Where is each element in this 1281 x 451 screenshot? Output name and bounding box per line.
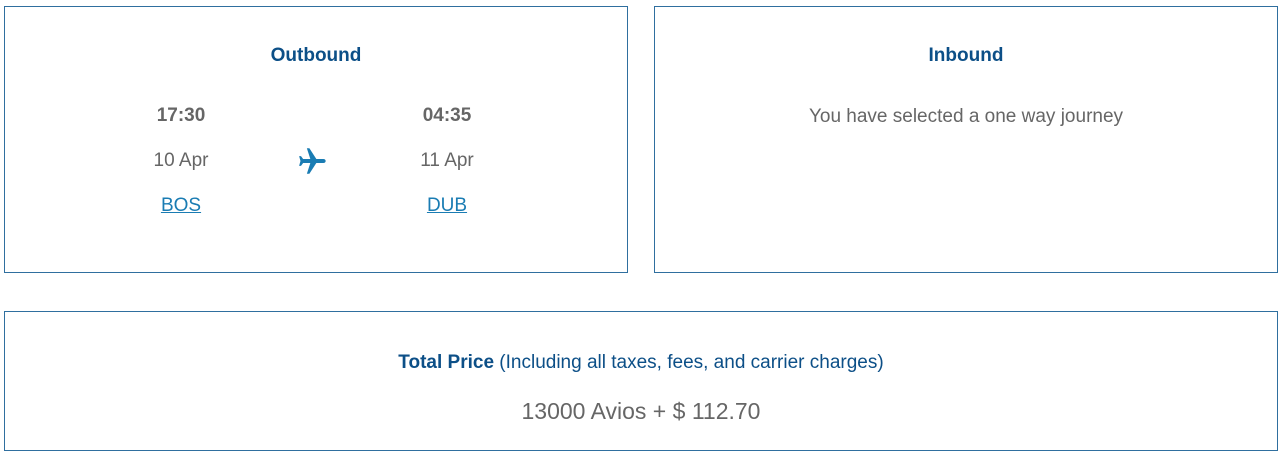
- total-price-amount: 13000 Avios + $ 112.70: [521, 398, 761, 424]
- inbound-title: Inbound: [928, 45, 1004, 66]
- arrival-column: 04:35 11 Apr DUB: [377, 105, 517, 217]
- outbound-title: Outbound: [270, 45, 362, 66]
- outbound-panel: Outbound 17:30 10 Apr BOS 04:35 11 Apr D…: [4, 6, 628, 273]
- departure-date: 10 Apr: [153, 150, 209, 171]
- total-price-note: (Including all taxes, fees, and carrier …: [499, 352, 884, 373]
- inbound-panel: Inbound You have selected a one way jour…: [654, 6, 1278, 273]
- departure-airport-link[interactable]: BOS: [161, 195, 201, 217]
- total-price-heading: Total Price (Including all taxes, fees, …: [5, 352, 1277, 374]
- arrival-time: 04:35: [422, 105, 472, 126]
- one-way-message: You have selected a one way journey: [808, 106, 1124, 127]
- airplane-icon: [299, 148, 326, 174]
- total-price-panel: Total Price (Including all taxes, fees, …: [4, 311, 1278, 451]
- arrival-airport-link[interactable]: DUB: [427, 195, 467, 217]
- total-price-label: Total Price: [398, 352, 495, 373]
- departure-time: 17:30: [156, 105, 206, 126]
- arrival-date: 11 Apr: [420, 150, 474, 171]
- departure-column: 17:30 10 Apr BOS: [111, 105, 251, 217]
